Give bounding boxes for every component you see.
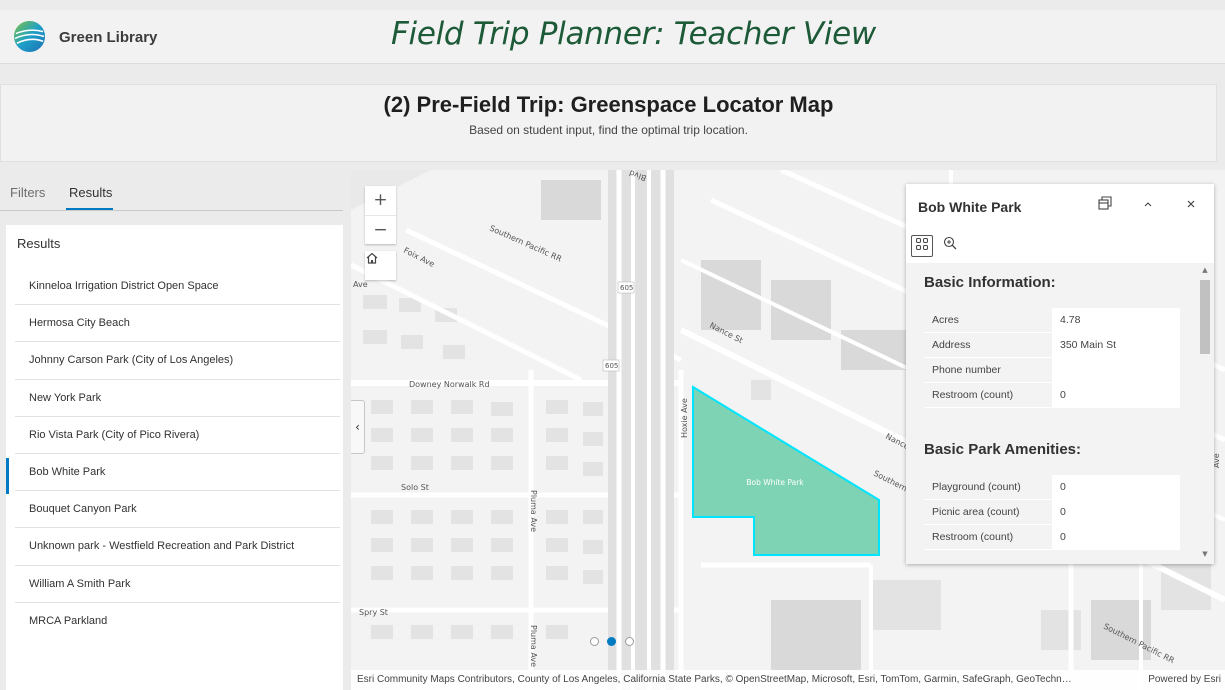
table-row: Address 350 Main St bbox=[924, 333, 1180, 358]
list-item[interactable]: Kinneloa Irrigation District Open Space bbox=[15, 268, 340, 306]
results-list: Kinneloa Irrigation District Open Space … bbox=[6, 268, 340, 640]
table-row: Playground (count) 0 bbox=[924, 475, 1180, 500]
attribution-text: Esri Community Maps Contributors, County… bbox=[357, 674, 1072, 685]
green-library-logo bbox=[13, 20, 46, 53]
street-label: Hoxie Ave bbox=[680, 398, 689, 438]
park-map-label: Bob White Park bbox=[746, 478, 804, 487]
popup-title: Bob White Park bbox=[918, 199, 1022, 215]
scroll-up-arrow[interactable]: ▲ bbox=[1200, 266, 1210, 274]
dock-icon bbox=[1098, 196, 1112, 210]
table-row: Picnic area (count) 0 bbox=[924, 500, 1180, 525]
powered-by-esri[interactable]: Powered by Esri bbox=[1148, 670, 1221, 690]
section-banner: (2) Pre-Field Trip: Greenspace Locator M… bbox=[0, 84, 1217, 162]
chevron-up-icon bbox=[1144, 202, 1152, 207]
attribute-key: Restroom (count) bbox=[924, 525, 1052, 549]
close-icon bbox=[1187, 200, 1195, 208]
attribute-key: Picnic area (count) bbox=[924, 500, 1052, 524]
attribute-value: 0 bbox=[1060, 506, 1066, 518]
amenities-table: Playground (count) 0 Picnic area (count)… bbox=[924, 475, 1180, 550]
zoom-to-button[interactable] bbox=[911, 235, 933, 257]
attribute-value: 350 Main St bbox=[1060, 339, 1117, 351]
pager-dot-active[interactable] bbox=[607, 637, 616, 646]
attribute-value: 0 bbox=[1060, 481, 1066, 493]
tab-filters[interactable]: Filters bbox=[10, 185, 45, 200]
map-attribution: Esri Community Maps Contributors, County… bbox=[351, 670, 1225, 690]
section-title-amenities: Basic Park Amenities: bbox=[924, 441, 1082, 458]
results-panel: Filters Results Results Kinneloa Irrigat… bbox=[0, 170, 351, 690]
street-label: Pluma Ave bbox=[529, 490, 538, 532]
list-item[interactable]: Johnny Carson Park (City of Los Angeles) bbox=[15, 342, 340, 380]
attribute-key: Phone number bbox=[924, 358, 1052, 382]
dock-button[interactable] bbox=[1094, 196, 1116, 218]
app-title: Field Trip Planner: Teacher View bbox=[391, 16, 876, 52]
list-item[interactable]: Rio Vista Park (City of Pico Rivera) bbox=[15, 417, 340, 454]
attribute-value: 0 bbox=[1060, 531, 1066, 543]
results-heading: Results bbox=[17, 236, 61, 251]
freeway-605 bbox=[608, 170, 674, 690]
svg-text:605: 605 bbox=[605, 362, 618, 370]
pager-dot[interactable] bbox=[590, 637, 599, 646]
popup-toolbar bbox=[906, 234, 1214, 264]
zoom-control: + − bbox=[365, 186, 396, 244]
page-subtitle: Based on student input, find the optimal… bbox=[469, 123, 748, 137]
list-item[interactable]: MRCA Parkland bbox=[15, 603, 340, 640]
street-label: Ave bbox=[353, 280, 368, 289]
pager-dot[interactable] bbox=[625, 637, 634, 646]
table-row: Phone number bbox=[924, 358, 1180, 383]
scroll-thumb[interactable] bbox=[1200, 280, 1210, 354]
page-title: (2) Pre-Field Trip: Greenspace Locator M… bbox=[383, 92, 834, 117]
chevron-left-icon: ‹ bbox=[355, 420, 360, 434]
feature-popup: Bob White Park Basic Information: Acres … bbox=[906, 184, 1214, 564]
list-item[interactable]: William A Smith Park bbox=[15, 566, 340, 603]
street-label: Solo St bbox=[401, 483, 429, 492]
tab-results[interactable]: Results bbox=[69, 185, 112, 200]
list-item[interactable]: New York Park bbox=[15, 380, 340, 417]
scroll-down-arrow[interactable]: ▼ bbox=[1200, 550, 1210, 558]
list-item-selected[interactable]: Bob White Park bbox=[6, 454, 340, 495]
attribute-value: 0 bbox=[1060, 389, 1066, 401]
attribute-key: Restroom (count) bbox=[924, 383, 1052, 407]
collapse-button[interactable] bbox=[1137, 196, 1159, 218]
grid-icon bbox=[916, 238, 928, 250]
active-tab-indicator bbox=[66, 208, 113, 210]
attribute-key: Playground (count) bbox=[924, 475, 1052, 499]
list-item[interactable]: Bouquet Canyon Park bbox=[15, 491, 340, 529]
zoom-out-button[interactable]: − bbox=[365, 215, 396, 244]
attribute-key: Address bbox=[924, 333, 1052, 357]
table-row: Acres 4.78 bbox=[924, 308, 1180, 333]
table-row: Restroom (count) 0 bbox=[924, 525, 1180, 550]
zoom-in-button[interactable]: + bbox=[365, 186, 396, 215]
list-item[interactable]: Unknown park - Westfield Recreation and … bbox=[15, 528, 340, 566]
attribute-value: 4.78 bbox=[1060, 314, 1081, 326]
results-card: Results Kinneloa Irrigation District Ope… bbox=[6, 225, 343, 690]
collapse-panel-button[interactable]: ‹ bbox=[351, 400, 365, 454]
tab-bar: Filters Results bbox=[0, 170, 343, 211]
section-title-basic-info: Basic Information: bbox=[924, 274, 1056, 291]
table-row: Restroom (count) 0 bbox=[924, 383, 1180, 408]
street-label: Pluma Ave bbox=[529, 625, 538, 667]
zoom-in-tool[interactable] bbox=[939, 235, 961, 257]
app-header: Green Library Field Trip Planner: Teache… bbox=[0, 10, 1225, 64]
zoom-in-icon bbox=[943, 236, 957, 250]
home-button[interactable] bbox=[365, 251, 396, 280]
pager-dots bbox=[590, 636, 650, 648]
close-button[interactable] bbox=[1180, 196, 1202, 218]
svg-text:605: 605 bbox=[620, 284, 633, 292]
home-icon bbox=[366, 252, 378, 264]
popup-scrollbar[interactable]: ▲ ▼ bbox=[1196, 263, 1214, 564]
basic-info-table: Acres 4.78 Address 350 Main St Phone num… bbox=[924, 308, 1180, 408]
brand-name: Green Library bbox=[59, 29, 158, 46]
street-label: Downey Norwalk Rd bbox=[409, 380, 490, 389]
list-item[interactable]: Hermosa City Beach bbox=[15, 305, 340, 343]
attribute-key: Acres bbox=[924, 308, 1052, 332]
street-label: Spry St bbox=[359, 608, 388, 617]
popup-content[interactable]: Basic Information: Acres 4.78 Address 35… bbox=[906, 263, 1214, 564]
